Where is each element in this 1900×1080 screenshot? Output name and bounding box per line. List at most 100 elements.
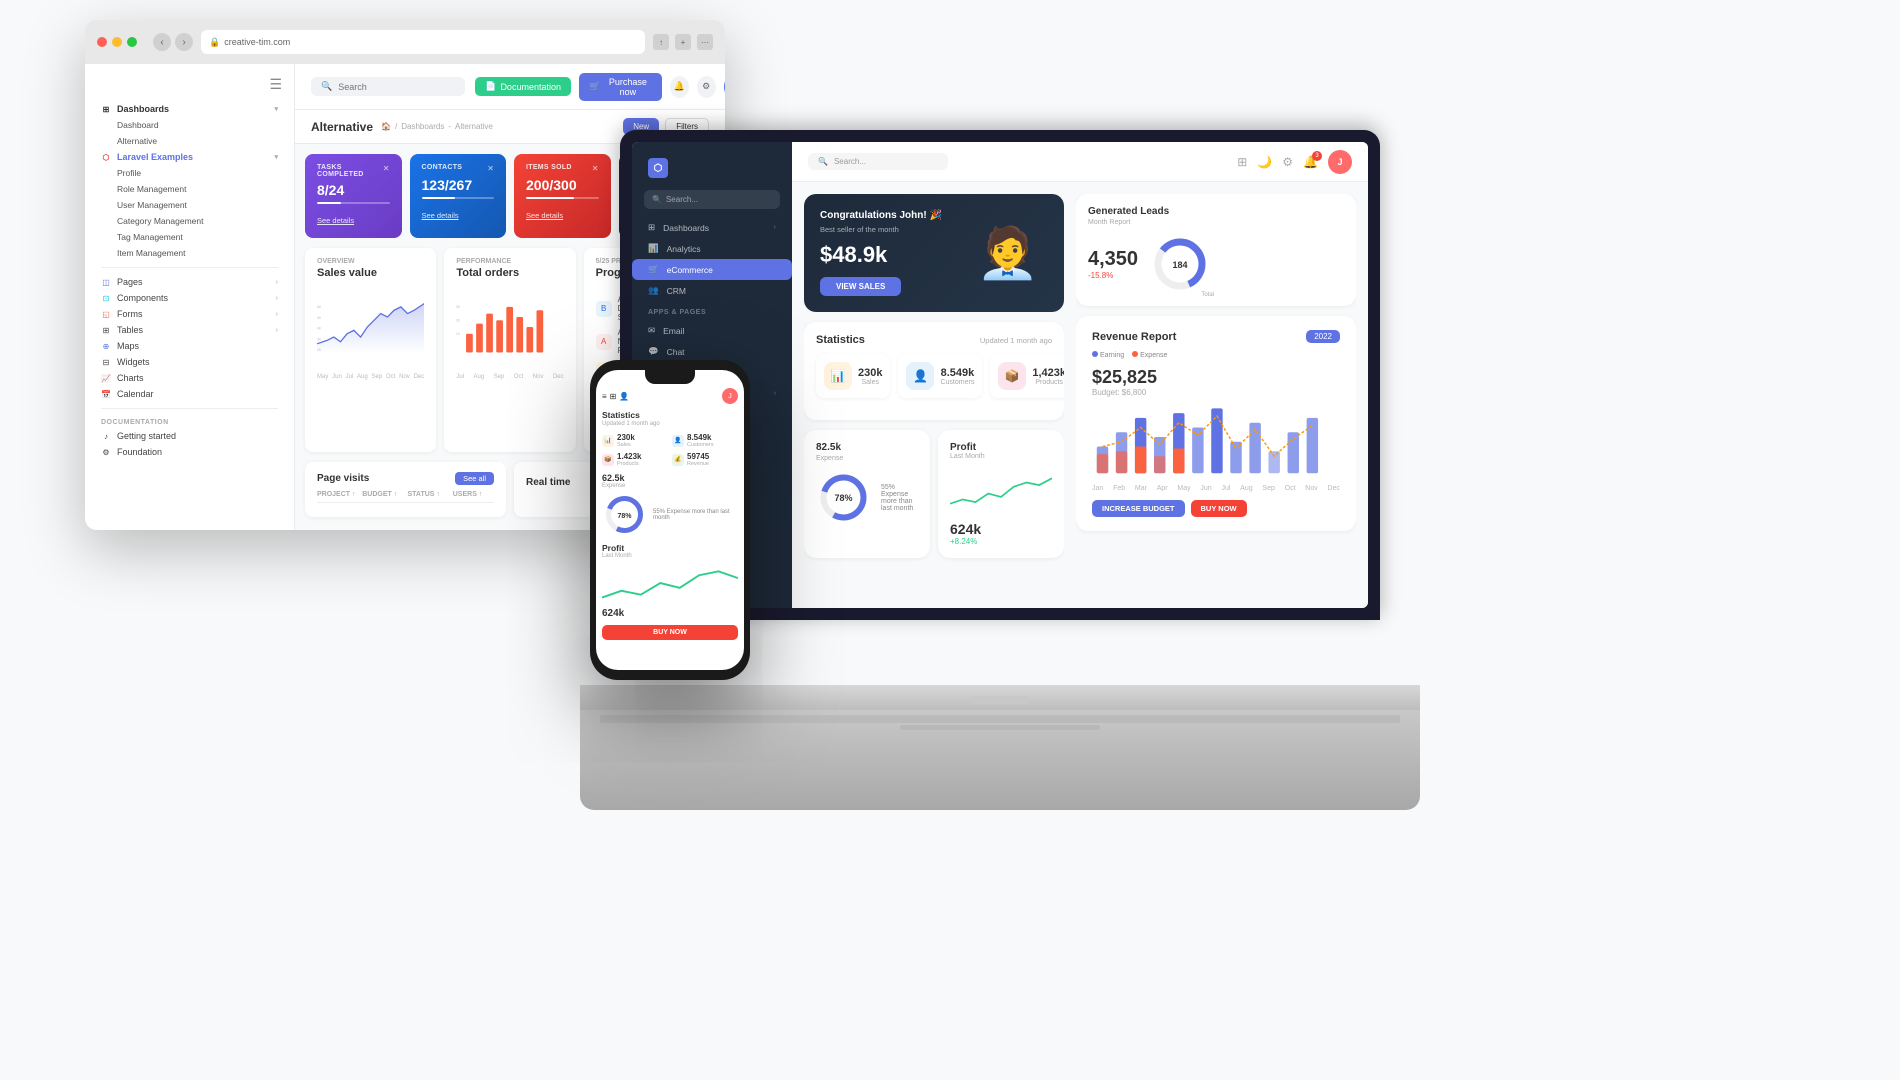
user-avatar[interactable]: A [724, 74, 725, 100]
revenue-actions: INCREASE BUDGET BUY NOW [1092, 500, 1340, 517]
phone-icon-1: ≡ [602, 392, 607, 401]
sidebar-item-components[interactable]: ⊡ Components › [85, 290, 294, 306]
laptop-nav-chat[interactable]: 💬 Chat [632, 341, 792, 362]
hamburger-icon[interactable]: ☰ [269, 76, 282, 93]
moon-icon[interactable]: 🌙 [1257, 155, 1272, 169]
search-input[interactable] [338, 82, 455, 92]
settings-icon[interactable]: ⚙ [1282, 155, 1293, 169]
share-btn[interactable]: ↑ [653, 34, 669, 50]
sales-chart-title: Sales value [317, 267, 424, 279]
add-tab-btn[interactable]: + [675, 34, 691, 50]
svg-text:50: 50 [317, 316, 321, 320]
sidebar-item-getting-started[interactable]: ♪ Getting started [85, 428, 294, 444]
laptop-main: 🔍 Search... ⊞ 🌙 ⚙ 🔔3 J [792, 142, 1368, 608]
svg-text:10: 10 [456, 332, 460, 336]
sidebar-item-user[interactable]: User Management [85, 197, 294, 213]
sidebar-item-alternative[interactable]: Alternative [85, 133, 294, 149]
laptop-stats-row: 📊 230k Sales 👤 [816, 354, 1052, 398]
stat-label-contacts: CONTACTS [422, 164, 463, 171]
sidebar-item-role[interactable]: Role Management [85, 181, 294, 197]
page-visits-card: Page visits See all PROJECT ↑ BUDGET ↑ S… [305, 462, 506, 517]
sidebar-item-maps[interactable]: ⊕ Maps [85, 338, 294, 354]
bell-icon[interactable]: 🔔3 [1303, 155, 1318, 169]
forward-btn[interactable]: › [175, 33, 193, 51]
laptop-nav-dashboards[interactable]: ⊞ Dashboards › [632, 217, 792, 238]
stat-card-tasks: TASKS COMPLETED ✕ 8/24 See details [305, 154, 402, 238]
widgets-icon: ⊟ [101, 357, 111, 367]
sidebar-item-forms[interactable]: ◱ Forms › [85, 306, 294, 322]
settings-icon[interactable]: ⚙ [697, 76, 716, 98]
close-icon[interactable]: ✕ [383, 164, 390, 173]
laptop-nav-email[interactable]: ✉ Email [632, 320, 792, 341]
see-details-contacts[interactable]: See details [422, 211, 459, 220]
phone-customers-val: 8.549k [687, 433, 714, 442]
revenue-amount: $25,825 [1092, 367, 1340, 388]
sidebar-item-foundation[interactable]: ⚙ Foundation [85, 444, 294, 460]
layout-icon[interactable]: ⊞ [1237, 155, 1247, 169]
close-icon[interactable]: ✕ [487, 164, 494, 173]
sales-icon: 📊 [824, 362, 852, 390]
sidebar-item-dashboard[interactable]: Dashboard [85, 117, 294, 133]
notifications-icon[interactable]: 🔔 [670, 76, 689, 98]
chevron-icon: › [774, 224, 776, 231]
laptop-search[interactable]: 🔍 Search... [644, 190, 780, 209]
sidebar-item-calendar[interactable]: 📅 Calendar [85, 386, 294, 402]
year-selector-button[interactable]: 2022 [1306, 330, 1340, 343]
close-btn[interactable] [97, 37, 107, 47]
sidebar-item-category[interactable]: Category Management [85, 213, 294, 229]
breadcrumb-dashboards[interactable]: Dashboards [401, 122, 444, 131]
hero-price: $48.9k [820, 242, 956, 268]
url-text: creative-tim.com [224, 37, 290, 47]
music-icon: ♪ [101, 431, 111, 441]
laptop-user-avatar[interactable]: J [1328, 150, 1352, 174]
app-sidebar: ☰ ⊞ Dashboards ▾ Dashboard Alternative ⬡… [85, 64, 295, 530]
search-box[interactable]: 🔍 [311, 77, 465, 96]
laptop-nav-analytics[interactable]: 📊 Analytics [632, 238, 792, 259]
leads-value: 4,350 [1088, 248, 1138, 271]
laptop-nav-ecommerce[interactable]: 🛒 eCommerce [632, 259, 792, 280]
sidebar-item-profile[interactable]: Profile [85, 165, 294, 181]
phone-icon-2: ⊞ [610, 392, 617, 401]
sidebar-item-dashboards[interactable]: ⊞ Dashboards ▾ [85, 101, 294, 117]
phone-expense-section: 62.5k Expense 78% 55% Expense more than … [602, 473, 738, 537]
revenue-legend: Earning Expense [1092, 351, 1340, 359]
donut-chart: 78% [816, 470, 871, 525]
browser-nav: ‹ › [153, 33, 193, 51]
see-details-tasks[interactable]: See details [317, 216, 354, 225]
sidebar-item-item[interactable]: Item Management [85, 245, 294, 261]
browser-url-bar[interactable]: 🔒 creative-tim.com [201, 30, 645, 54]
see-all-button[interactable]: See all [455, 472, 494, 485]
laptop-keyboard [600, 715, 1400, 723]
sidebar-item-pages[interactable]: ◫ Pages › [85, 274, 294, 290]
laptop-logo: ⬡ [632, 154, 792, 190]
fullscreen-btn[interactable] [127, 37, 137, 47]
svg-text:30: 30 [317, 337, 321, 341]
sales-chart-label: OVERVIEW [317, 258, 424, 265]
phone-buy-button[interactable]: BUY NOW [602, 625, 738, 640]
phone-body: ≡ ⊞ 👤 J Statistics Updated 1 month ago 📊… [590, 360, 750, 680]
laptop-nav-crm[interactable]: 👥 CRM [632, 280, 792, 301]
laptop-topbar-search[interactable]: 🔍 Search... [808, 153, 948, 170]
scene: ‹ › 🔒 creative-tim.com ↑ + ⋯ ☰ ⊞ [0, 0, 1900, 1080]
laptop-stat-sales: 📊 230k Sales [816, 354, 890, 398]
phone-updated: Updated 1 month ago [602, 421, 738, 427]
buy-now-button[interactable]: BUY NOW [1191, 500, 1247, 517]
sidebar-item-widgets[interactable]: ⊟ Widgets [85, 354, 294, 370]
purchase-button[interactable]: 🛒 Purchase now [579, 73, 662, 101]
sidebar-divider-2 [101, 408, 278, 409]
sidebar-item-tag[interactable]: Tag Management [85, 229, 294, 245]
sidebar-item-charts[interactable]: 📈 Charts [85, 370, 294, 386]
svg-text:30: 30 [456, 305, 460, 309]
more-btn[interactable]: ⋯ [697, 34, 713, 50]
phone-content: ≡ ⊞ 👤 J Statistics Updated 1 month ago 📊… [596, 370, 744, 670]
documentation-button[interactable]: 📄 Documentation [475, 77, 571, 96]
minimize-btn[interactable] [112, 37, 122, 47]
sidebar-item-tables[interactable]: ⊞ Tables › [85, 322, 294, 338]
sidebar-item-laravel[interactable]: ⬡ Laravel Examples ▾ [85, 149, 294, 165]
maps-icon: ⊕ [101, 341, 111, 351]
back-btn[interactable]: ‹ [153, 33, 171, 51]
see-details-items[interactable]: See details [526, 211, 563, 220]
browser-actions: ↑ + ⋯ [653, 34, 713, 50]
increase-budget-button[interactable]: INCREASE BUDGET [1092, 500, 1185, 517]
view-sales-button[interactable]: VIEW SALES [820, 277, 901, 296]
